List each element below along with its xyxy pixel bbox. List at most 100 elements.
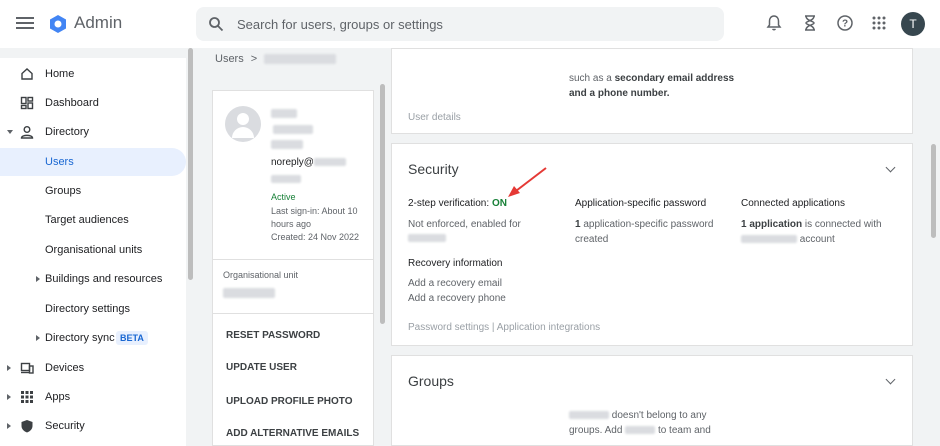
account-avatar[interactable]: T xyxy=(901,12,925,36)
sidebar-item-security[interactable]: Security xyxy=(0,412,186,440)
sidebar-item-label: Home xyxy=(45,68,75,80)
sidebar-item-label: Users xyxy=(45,156,74,168)
sidebar-item-directory-sync[interactable]: Directory sync BETA xyxy=(0,324,186,352)
user-name-redacted xyxy=(271,109,315,153)
reset-password-button[interactable]: RESET PASSWORD xyxy=(226,330,320,341)
sidebar-item-label: Directory settings xyxy=(45,303,130,315)
user-details-panel: such as a secondary email address and a … xyxy=(391,48,913,134)
security-links[interactable]: Password settings | Application integrat… xyxy=(408,322,600,333)
user-email-domain-redacted xyxy=(271,175,301,183)
chevron-right-icon[interactable] xyxy=(36,335,40,341)
top-bar: Admin Search for users, groups or settin… xyxy=(0,0,940,48)
hourglass-icon[interactable] xyxy=(801,14,819,32)
two-step-desc: Not enforced, enabled for xyxy=(408,219,521,230)
user-email-prefix: noreply@ xyxy=(271,157,314,168)
breadcrumb: Users > xyxy=(215,53,337,65)
chevron-right-icon[interactable] xyxy=(7,423,11,429)
connected-apps-count: 1 application xyxy=(741,219,803,230)
home-icon xyxy=(21,68,33,80)
user-details-text-line1: such as a secondary email address xyxy=(569,71,734,86)
sidebar-item-label: Buildings and resources xyxy=(45,273,163,285)
two-step-label: 2-step verification: xyxy=(408,198,490,209)
last-signin-line2: hours ago xyxy=(271,219,312,229)
search-bar[interactable]: Search for users, groups or settings xyxy=(196,7,724,41)
connected-apps-title[interactable]: Connected applications xyxy=(741,198,845,209)
groups-desc-2a: groups. Add xyxy=(569,425,623,436)
sidebar-item-dashboard[interactable]: Dashboard xyxy=(0,89,186,117)
chevron-down-icon[interactable] xyxy=(7,130,13,134)
app-password-title[interactable]: Application-specific password xyxy=(575,198,706,209)
groups-panel: Groups doesn't belong to any groups. Add… xyxy=(391,355,913,446)
user-email: noreply@ xyxy=(271,157,346,168)
breadcrumb-user-name[interactable] xyxy=(264,54,337,65)
sidebar-item-directory-settings[interactable]: Directory settings xyxy=(0,295,186,323)
sidebar-item-organisational-units[interactable]: Organisational units xyxy=(0,236,186,264)
devices-icon xyxy=(20,362,34,374)
sidebar-item-label: Directory sync xyxy=(45,332,115,344)
sidebar-item-buildings-and-resources[interactable]: Buildings and resources xyxy=(0,265,186,293)
sidebar-item-target-audiences[interactable]: Target audiences xyxy=(0,206,186,234)
sidebar-item-label: Apps xyxy=(45,391,71,403)
help-icon[interactable]: ? xyxy=(836,14,854,32)
bell-icon[interactable] xyxy=(765,14,783,32)
chevron-right-icon[interactable] xyxy=(7,365,11,371)
update-user-button[interactable]: UPDATE USER xyxy=(226,362,297,373)
app-password-desc-1: application-specific password xyxy=(583,219,714,230)
add-recovery-email-link[interactable]: Add a recovery email xyxy=(408,276,502,291)
add-alternative-emails-button[interactable]: ADD ALTERNATIVE EMAILS xyxy=(226,428,359,439)
breadcrumb-users-link[interactable]: Users xyxy=(215,53,244,65)
user-details-bold: secondary email address xyxy=(614,73,735,84)
ou-value-redacted xyxy=(223,288,275,298)
chevron-right-icon[interactable] xyxy=(36,276,40,282)
upload-profile-photo-button[interactable]: UPLOAD PROFILE PHOTO xyxy=(226,396,353,407)
user-avatar[interactable] xyxy=(225,106,261,142)
user-details-footer[interactable]: User details xyxy=(408,112,461,123)
sidebar-scrollbar[interactable] xyxy=(188,48,193,280)
person-icon xyxy=(20,126,34,139)
user-summary-card: noreply@ Active Last sign-in: About 10 h… xyxy=(212,90,374,446)
sidebar: Home Dashboard Directory Users Groups Ta… xyxy=(0,58,186,446)
page-scrollbar[interactable] xyxy=(931,144,936,238)
user-details-prefix: such as a xyxy=(569,73,615,84)
sidebar-item-home[interactable]: Home xyxy=(0,60,186,88)
connected-apps-desc-1: is connected with xyxy=(804,219,882,230)
menu-icon[interactable] xyxy=(16,14,34,32)
connected-apps-desc: 1 application is connected with account xyxy=(741,217,882,247)
svg-text:?: ? xyxy=(842,19,848,30)
sidebar-item-groups[interactable]: Groups xyxy=(0,177,186,205)
groups-desc-1: doesn't belong to any xyxy=(611,410,707,421)
app-password-desc: 1 application-specific password created xyxy=(575,217,713,247)
last-signin-line1: Last sign-in: About 10 xyxy=(271,206,358,216)
admin-logo-icon[interactable] xyxy=(48,14,68,34)
breadcrumb-separator: > xyxy=(250,53,258,65)
chevron-down-icon[interactable] xyxy=(885,162,896,173)
groups-title[interactable]: Groups xyxy=(408,373,454,389)
sidebar-item-apps[interactable]: Apps xyxy=(0,383,186,411)
sidebar-item-devices[interactable]: Devices xyxy=(0,354,186,382)
created-date: Created: 24 Nov 2022 xyxy=(271,232,360,242)
security-title[interactable]: Security xyxy=(408,161,459,177)
dashboard-icon xyxy=(20,96,34,110)
app-password-count: 1 xyxy=(575,219,581,230)
user-details-text-line2: and a phone number. xyxy=(569,88,670,99)
content-scrollbar[interactable] xyxy=(380,84,385,324)
app-password-desc-2: created xyxy=(575,234,609,245)
groups-desc-line2: groups. Add to team and xyxy=(569,423,711,438)
chevron-down-icon[interactable] xyxy=(885,374,896,385)
two-step-verification[interactable]: 2-step verification: ON xyxy=(408,198,507,209)
sidebar-item-users[interactable]: Users xyxy=(0,148,186,176)
sidebar-item-label: Target audiences xyxy=(45,214,129,226)
recovery-info-title[interactable]: Recovery information xyxy=(408,258,502,269)
search-input[interactable]: Search for users, groups or settings xyxy=(237,17,443,32)
chevron-right-icon[interactable] xyxy=(7,394,11,400)
sidebar-item-label: Groups xyxy=(45,185,82,197)
search-icon[interactable] xyxy=(208,16,224,32)
apps-grid-icon[interactable] xyxy=(870,14,888,32)
annotation-arrow-icon xyxy=(508,167,547,197)
two-step-count-redacted xyxy=(408,234,446,242)
sidebar-item-directory[interactable]: Directory xyxy=(0,118,186,146)
add-recovery-phone-link[interactable]: Add a recovery phone xyxy=(408,291,506,306)
app-title[interactable]: Admin xyxy=(74,13,122,33)
sidebar-item-label: Directory xyxy=(45,126,90,138)
connected-apps-desc-2: account xyxy=(799,234,835,245)
